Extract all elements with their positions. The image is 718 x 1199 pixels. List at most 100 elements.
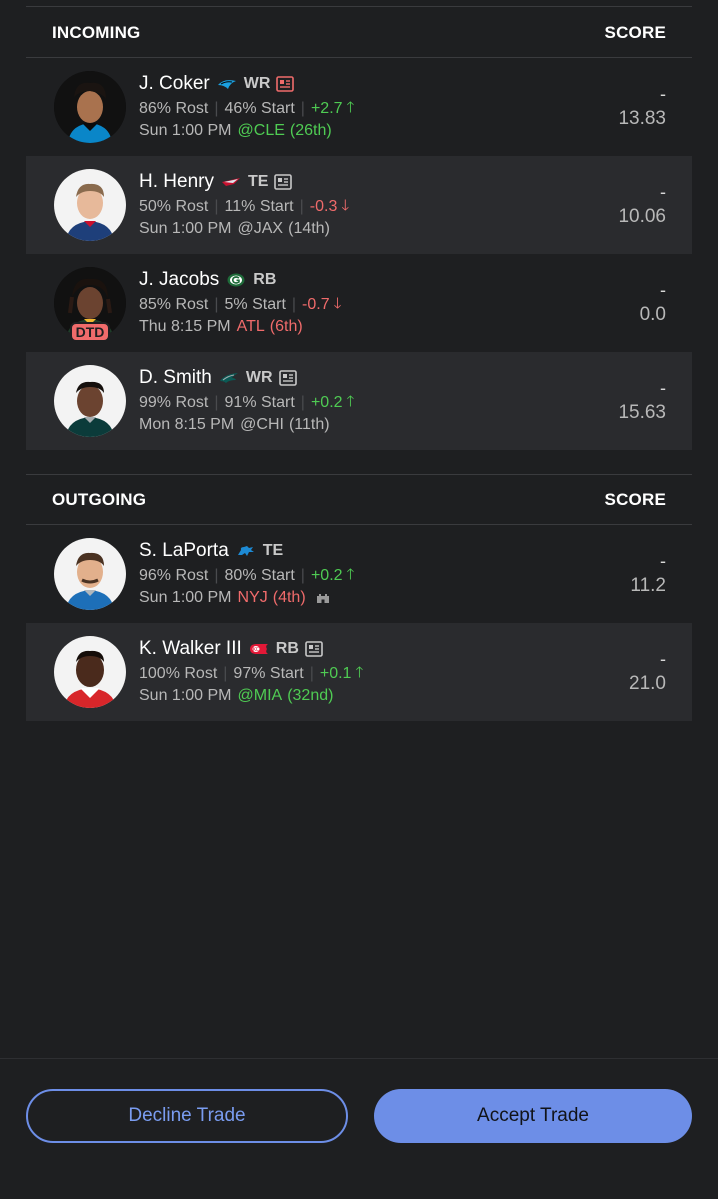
trend-value: +0.2: [310, 567, 343, 584]
score-cell: - 0.0: [640, 280, 666, 326]
player-stats: 86% Rost | 46% Start | +2.7 🡑: [139, 98, 559, 120]
lions-logo-icon: [235, 544, 257, 558]
divider: |: [223, 665, 228, 682]
opponent-rank: (14th): [288, 220, 330, 237]
started-pct: 80% Start: [224, 567, 295, 584]
opponent: NYJ: [237, 589, 268, 606]
player-name[interactable]: J. Jacobs: [139, 269, 219, 291]
player-avatar[interactable]: [54, 169, 126, 241]
player-row-henry[interactable]: H. Henry TE 50% Rost | 11% Start | -0.3 …: [26, 156, 692, 254]
rostered-pct: 96% Rost: [139, 567, 209, 584]
game-info: Sun 1:00 PM @JAX (14th): [139, 218, 559, 240]
trend-value: +0.2: [310, 394, 343, 411]
player-position: TE: [247, 173, 269, 190]
player-row-smith[interactable]: D. Smith WR 99% Rost | 91% Start | +0.2 …: [26, 352, 692, 450]
patriots-logo-icon: [220, 175, 242, 189]
player-avatar[interactable]: [54, 538, 126, 610]
player-position: WR: [243, 75, 271, 92]
projected-score: 10.06: [618, 206, 666, 227]
game-info: Mon 8:15 PM @CHI (11th): [139, 414, 559, 436]
outgoing-title: OUTGOING: [52, 489, 147, 509]
trend-value: -0.7: [302, 296, 330, 313]
actual-score: -: [660, 649, 666, 669]
decline-trade-button[interactable]: Decline Trade: [26, 1089, 348, 1143]
news-icon[interactable]: [274, 174, 293, 190]
incoming-score-header: SCORE: [604, 22, 666, 42]
player-avatar[interactable]: [54, 365, 126, 437]
svg-text:KC: KC: [253, 647, 260, 653]
actual-score: -: [660, 182, 666, 202]
opponent: @JAX: [237, 220, 284, 237]
player-name[interactable]: D. Smith: [139, 367, 212, 389]
player-name[interactable]: J. Coker: [139, 73, 210, 95]
player-name[interactable]: K. Walker III: [139, 638, 242, 660]
opponent: @CLE: [237, 122, 285, 139]
divider: |: [214, 198, 219, 215]
accept-trade-button[interactable]: Accept Trade: [374, 1089, 692, 1143]
player-stats: 50% Rost | 11% Start | -0.3 🡓: [139, 196, 559, 218]
player-name[interactable]: S. LaPorta: [139, 540, 229, 562]
game-time: 8:15 PM: [174, 416, 235, 433]
divider: |: [214, 296, 219, 313]
panthers-logo-icon: [216, 77, 238, 91]
opponent: @CHI: [240, 416, 284, 433]
actual-score: -: [660, 378, 666, 398]
actual-score: -: [660, 551, 666, 571]
incoming-header: INCOMING SCORE: [26, 8, 692, 58]
game-info: Sun 1:00 PM NYJ (4th): [139, 587, 559, 609]
score-cell: - 15.63: [618, 378, 666, 424]
game-time: 1:00 PM: [171, 122, 232, 139]
projected-score: 0.0: [639, 304, 666, 325]
player-name[interactable]: H. Henry: [139, 171, 214, 193]
game-time: 1:00 PM: [171, 589, 232, 606]
rostered-pct: 99% Rost: [139, 394, 209, 411]
trend-value: -0.3: [309, 198, 338, 215]
opponent: ATL: [236, 318, 265, 335]
game-time: 8:15 PM: [171, 318, 231, 335]
player-stats: 100% Rost | 97% Start | +0.1 🡑: [139, 663, 559, 685]
player-avatar[interactable]: [54, 71, 126, 143]
started-pct: 91% Start: [224, 394, 295, 411]
news-icon[interactable]: [278, 370, 297, 386]
player-row-walker[interactable]: K. Walker III KC RB 100% Rost | 97% Star…: [26, 623, 692, 721]
player-row-jacobs[interactable]: DTD J. Jacobs RB 85% Rost | 5% Start | -…: [26, 254, 692, 352]
game-time: 1:00 PM: [171, 687, 232, 704]
game-day: Thu: [139, 318, 167, 335]
trend-value: +0.1: [319, 665, 352, 682]
player-row-laporta[interactable]: S. LaPorta TE 96% Rost | 80% Start | +0.…: [26, 525, 692, 623]
arrow-down-icon: 🡓: [333, 294, 342, 312]
player-stats: 99% Rost | 91% Start | +0.2 🡑: [139, 392, 559, 414]
projected-score: 15.63: [618, 402, 666, 423]
player-row-coker[interactable]: J. Coker WR 86% Rost | 46% Start | +2.7 …: [26, 58, 692, 156]
top-divider: [26, 6, 692, 7]
game-info: Sun 1:00 PM @MIA (32nd): [139, 685, 559, 707]
opponent-rank: (4th): [272, 589, 306, 606]
trend-value: +2.7: [310, 100, 343, 117]
player-position: RB: [275, 640, 299, 657]
started-pct: 97% Start: [233, 665, 304, 682]
player-avatar[interactable]: [54, 636, 126, 708]
divider: |: [300, 100, 305, 117]
player-position: RB: [253, 271, 277, 288]
news-icon[interactable]: [305, 641, 323, 657]
chiefs-logo-icon: KC: [248, 642, 270, 656]
divider: |: [214, 100, 219, 117]
divider: |: [299, 198, 304, 215]
score-cell: - 10.06: [618, 182, 666, 228]
projected-score: 21.0: [629, 673, 666, 694]
score-cell: - 21.0: [629, 649, 666, 695]
game-day: Sun: [139, 220, 168, 237]
packers-logo-icon: [225, 273, 247, 287]
arrow-down-icon: 🡓: [341, 196, 350, 214]
rostered-pct: 85% Rost: [139, 296, 209, 313]
status-badge: DTD: [70, 322, 110, 342]
player-stats: 96% Rost | 80% Start | +0.2 🡑: [139, 565, 559, 587]
projected-score: 11.2: [630, 575, 666, 596]
outgoing-score-header: SCORE: [604, 489, 666, 509]
rostered-pct: 100% Rost: [139, 665, 218, 682]
divider: |: [309, 665, 314, 682]
news-icon[interactable]: [276, 76, 295, 92]
game-day: Mon: [139, 416, 171, 433]
incoming-section: INCOMING SCORE J. Coker WR 86% Rost | 46…: [26, 8, 692, 450]
outgoing-section: OUTGOING SCORE S. LaPorta TE 96% Rost | …: [26, 474, 692, 721]
